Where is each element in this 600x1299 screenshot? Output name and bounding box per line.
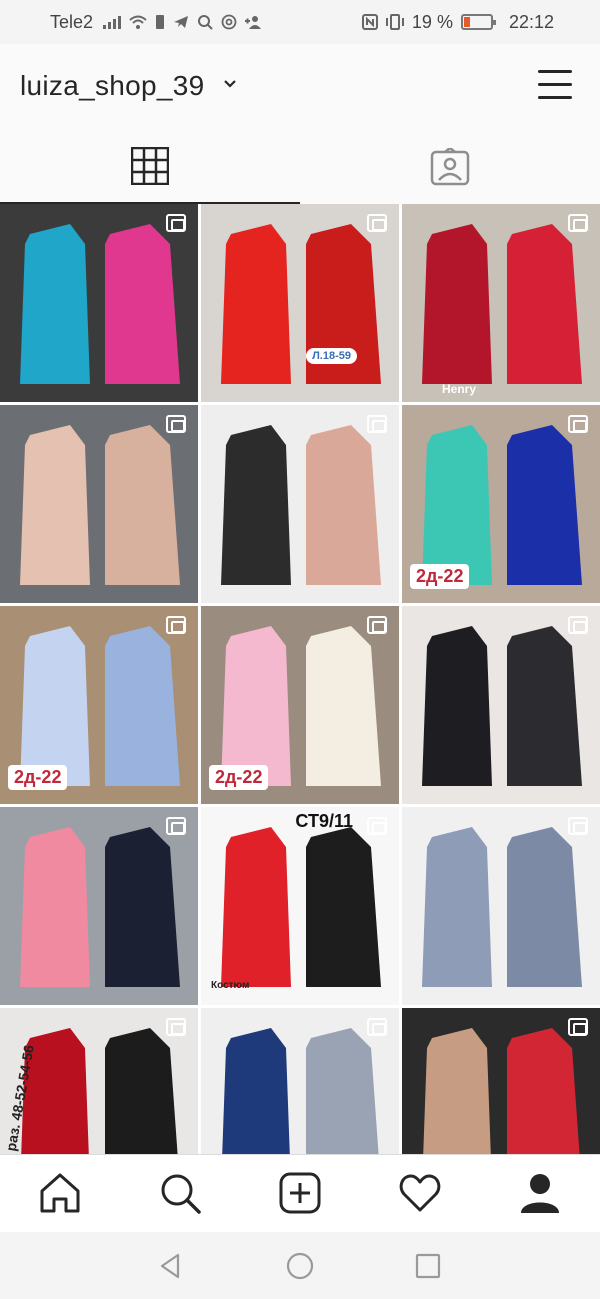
- post-tag-label: СТ9/11: [295, 811, 353, 831]
- android-recents-button[interactable]: [414, 1252, 442, 1280]
- sim-icon: [156, 15, 165, 29]
- status-icons-left: [103, 14, 263, 30]
- post-thumbnail[interactable]: [402, 606, 600, 804]
- post-tag-label: 2д-22: [209, 765, 269, 790]
- clock: 22:12: [508, 11, 554, 32]
- post-thumbnail[interactable]: [0, 807, 198, 1005]
- post-tag-label: 2д-22: [410, 564, 470, 589]
- carousel-icon: [367, 817, 387, 835]
- android-home-button[interactable]: [286, 1252, 314, 1280]
- status-right: 19 % 22:12: [361, 11, 554, 33]
- post-thumbnail[interactable]: [201, 405, 399, 603]
- carousel-icon: [367, 616, 387, 634]
- post-image: [20, 425, 180, 585]
- post-thumbnail[interactable]: 2д-22: [201, 606, 399, 804]
- at-sign-icon: [221, 14, 237, 30]
- grid-icon: [131, 147, 169, 185]
- post-thumbnail[interactable]: [201, 1008, 399, 1154]
- battery-icon: [460, 14, 496, 30]
- battery-percent: 19 %: [411, 11, 453, 32]
- post-thumbnail[interactable]: [0, 405, 198, 603]
- chevron-down-icon[interactable]: [222, 76, 238, 92]
- nav-home-button[interactable]: [38, 1171, 82, 1215]
- post-image: [422, 626, 582, 786]
- carousel-icon: [367, 415, 387, 433]
- post-thumbnail[interactable]: Л.18-59: [201, 204, 399, 402]
- search-notification-icon: [198, 15, 213, 30]
- carousel-icon: [166, 415, 186, 433]
- carousel-icon: [568, 616, 588, 634]
- carousel-icon: [568, 817, 588, 835]
- plus-square-icon: [279, 1172, 321, 1214]
- menu-line-icon: [538, 96, 572, 99]
- post-image: [221, 224, 381, 384]
- profile-header: luiza_shop_39: [0, 44, 600, 130]
- profile-tabs: [0, 130, 600, 204]
- wifi-icon: [129, 15, 147, 29]
- post-thumbnail[interactable]: раз. 48-52-54-56: [0, 1008, 198, 1154]
- tab-grid[interactable]: [0, 130, 300, 204]
- nav-activity-button[interactable]: [398, 1171, 442, 1215]
- nav-search-button[interactable]: [158, 1171, 202, 1215]
- bottom-nav: [0, 1154, 600, 1232]
- status-bar: Tele2 19 % 22:12: [0, 0, 600, 44]
- carousel-icon: [166, 616, 186, 634]
- post-thumbnail[interactable]: 2д-22: [402, 405, 600, 603]
- carousel-icon: [568, 214, 588, 232]
- post-thumbnail[interactable]: Henry: [402, 204, 600, 402]
- post-image: [221, 425, 381, 585]
- home-circle-icon: [286, 1252, 314, 1280]
- post-thumbnail[interactable]: [0, 204, 198, 402]
- post-image: [221, 827, 381, 987]
- profile-icon: [521, 1174, 559, 1213]
- vibrate-icon: [385, 14, 404, 30]
- menu-line-icon: [538, 70, 572, 73]
- post-thumbnail[interactable]: 2д-22: [0, 606, 198, 804]
- menu-line-icon: [538, 83, 572, 86]
- carousel-icon: [367, 214, 387, 232]
- telegram-icon: [174, 16, 189, 28]
- carrier-label: Tele2: [50, 11, 94, 32]
- tagged-user-icon: [430, 148, 470, 186]
- android-back-button[interactable]: [156, 1252, 184, 1280]
- carousel-icon: [166, 817, 186, 835]
- post-tag-label: Л.18-59: [306, 348, 357, 364]
- menu-button[interactable]: [538, 68, 574, 102]
- recents-square-icon: [415, 1253, 441, 1279]
- heart-icon: [399, 1174, 441, 1212]
- carousel-icon: [568, 1018, 588, 1036]
- tab-tagged[interactable]: [300, 130, 600, 204]
- post-thumbnail[interactable]: [402, 807, 600, 1005]
- carousel-icon: [568, 415, 588, 433]
- post-image: [20, 224, 180, 384]
- nav-profile-button[interactable]: [518, 1171, 562, 1215]
- post-image: [422, 827, 582, 987]
- android-nav-bar: [0, 1232, 600, 1299]
- post-thumbnail[interactable]: [402, 1008, 600, 1154]
- post-tag-label: 2д-22: [8, 765, 68, 790]
- carousel-icon: [166, 1018, 186, 1036]
- post-image: [20, 827, 180, 987]
- username-switcher[interactable]: luiza_shop_39: [20, 70, 205, 102]
- post-image: [422, 224, 582, 384]
- posts-grid: Л.18-59 Henry 2д-22 2д-22 2д-22 СТ9/11 Костюм р…: [0, 204, 600, 1154]
- back-triangle-icon: [160, 1253, 180, 1279]
- search-icon: [161, 1174, 201, 1214]
- add-contact-icon: [245, 16, 262, 29]
- nfc-icon: [361, 14, 378, 30]
- carousel-icon: [367, 1018, 387, 1036]
- carousel-icon: [166, 214, 186, 232]
- status-left: Tele2: [50, 12, 263, 33]
- post-thumbnail[interactable]: СТ9/11 Костюм: [201, 807, 399, 1005]
- post-tag-label: Henry: [442, 382, 477, 396]
- home-icon: [40, 1173, 80, 1213]
- signal-icon: [103, 16, 122, 29]
- nav-new-post-button[interactable]: [278, 1171, 322, 1215]
- post-caption-label: Костюм: [211, 980, 250, 991]
